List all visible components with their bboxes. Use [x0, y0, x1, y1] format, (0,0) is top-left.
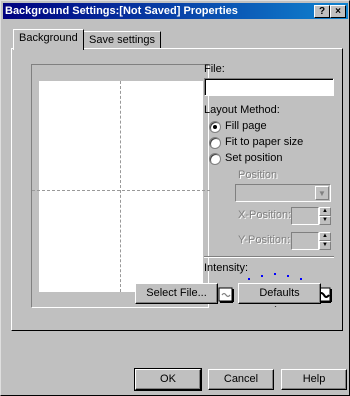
- x-position-spinner[interactable]: ▲ ▼: [319, 207, 331, 225]
- file-field[interactable]: [204, 78, 334, 96]
- slider-tick: [274, 273, 276, 275]
- close-title-button[interactable]: ×: [330, 5, 346, 18]
- intensity-label: Intensity:: [204, 262, 249, 274]
- spin-up-icon[interactable]: ▲: [319, 232, 331, 241]
- set-position-label[interactable]: Set position: [225, 152, 282, 164]
- slider-tick: [300, 278, 302, 280]
- y-position-label: Y-Position:: [238, 234, 291, 246]
- spin-down-icon[interactable]: ▼: [319, 216, 331, 225]
- properties-dialog: Background Settings:[Not Saved] Properti…: [0, 0, 350, 396]
- cancel-button[interactable]: Cancel: [208, 369, 274, 390]
- help-button[interactable]: Help: [281, 369, 347, 390]
- low-intensity-icon: [218, 287, 234, 303]
- file-label: File:: [204, 63, 225, 75]
- slider-tick: [248, 278, 250, 280]
- tab-background[interactable]: Background: [13, 29, 84, 50]
- title-bar[interactable]: Background Settings:[Not Saved] Properti…: [3, 3, 348, 19]
- preview-vertical-guide: [120, 81, 121, 292]
- title-buttons: ? ×: [314, 5, 346, 18]
- slider-tick: [261, 275, 263, 277]
- set-position-radio[interactable]: [209, 153, 221, 165]
- spin-up-icon[interactable]: ▲: [319, 207, 331, 216]
- chevron-down-icon[interactable]: ▼: [315, 186, 329, 200]
- position-label: Position: [238, 169, 278, 181]
- layout-method-label: Layout Method:: [204, 104, 280, 116]
- preview-paper: [32, 81, 210, 292]
- window-title: Background Settings:[Not Saved] Properti…: [5, 5, 238, 17]
- spin-down-icon[interactable]: ▼: [319, 241, 331, 250]
- preview-horizontal-guide: [32, 190, 210, 191]
- tab-save-settings[interactable]: Save settings: [83, 31, 162, 49]
- background-tab-panel: File: Layout Method: Fill page Fit to pa…: [11, 48, 343, 331]
- y-position-field[interactable]: [291, 232, 319, 250]
- help-title-button[interactable]: ?: [314, 5, 330, 18]
- select-file-button[interactable]: Select File...: [135, 283, 218, 304]
- slider-tick: [287, 275, 289, 277]
- y-position-spinner[interactable]: ▲ ▼: [319, 232, 331, 250]
- ok-button[interactable]: OK: [134, 368, 202, 391]
- fill-page-radio[interactable]: [209, 121, 221, 133]
- x-position-field[interactable]: [291, 207, 319, 225]
- fit-to-paper-radio[interactable]: [209, 137, 221, 149]
- defaults-button[interactable]: Defaults: [238, 283, 321, 304]
- x-position-label: X-Position:: [238, 209, 292, 221]
- fit-to-paper-label[interactable]: Fit to paper size: [225, 136, 303, 148]
- position-dropdown[interactable]: ▼: [235, 184, 331, 202]
- page-preview: [31, 64, 210, 308]
- intensity-divider: [204, 256, 334, 258]
- fill-page-label[interactable]: Fill page: [225, 120, 267, 132]
